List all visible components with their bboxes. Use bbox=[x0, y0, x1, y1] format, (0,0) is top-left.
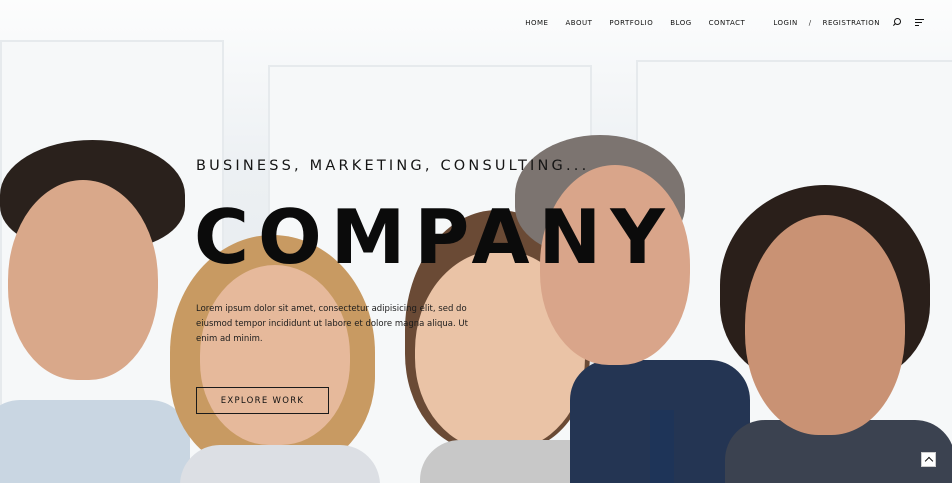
hero-tagline: BUSINESS, MARKETING, CONSULTING... bbox=[196, 158, 590, 174]
hero-description: Lorem ipsum dolor sit amet, consectetur … bbox=[196, 304, 468, 344]
nav-home[interactable]: HOME bbox=[525, 19, 548, 27]
back-to-top-button[interactable] bbox=[921, 452, 936, 467]
menu-icon[interactable] bbox=[915, 18, 924, 27]
nav-contact[interactable]: CONTACT bbox=[709, 19, 746, 27]
hero-headline: COMPANY bbox=[194, 193, 674, 281]
nav-portfolio[interactable]: PORTFOLIO bbox=[609, 19, 653, 27]
chevron-up-icon bbox=[924, 456, 933, 466]
nav-separator: / bbox=[808, 18, 812, 27]
nav-about[interactable]: ABOUT bbox=[565, 19, 592, 27]
main-navigation: HOME ABOUT PORTFOLIO BLOG CONTACT LOGIN … bbox=[508, 18, 924, 27]
registration-link[interactable]: REGISTRATION bbox=[823, 19, 880, 27]
explore-work-button[interactable]: EXPLORE WORK bbox=[196, 387, 329, 414]
nav-blog[interactable]: BLOG bbox=[670, 19, 691, 27]
login-link[interactable]: LOGIN bbox=[773, 19, 797, 27]
search-icon[interactable] bbox=[892, 18, 902, 27]
